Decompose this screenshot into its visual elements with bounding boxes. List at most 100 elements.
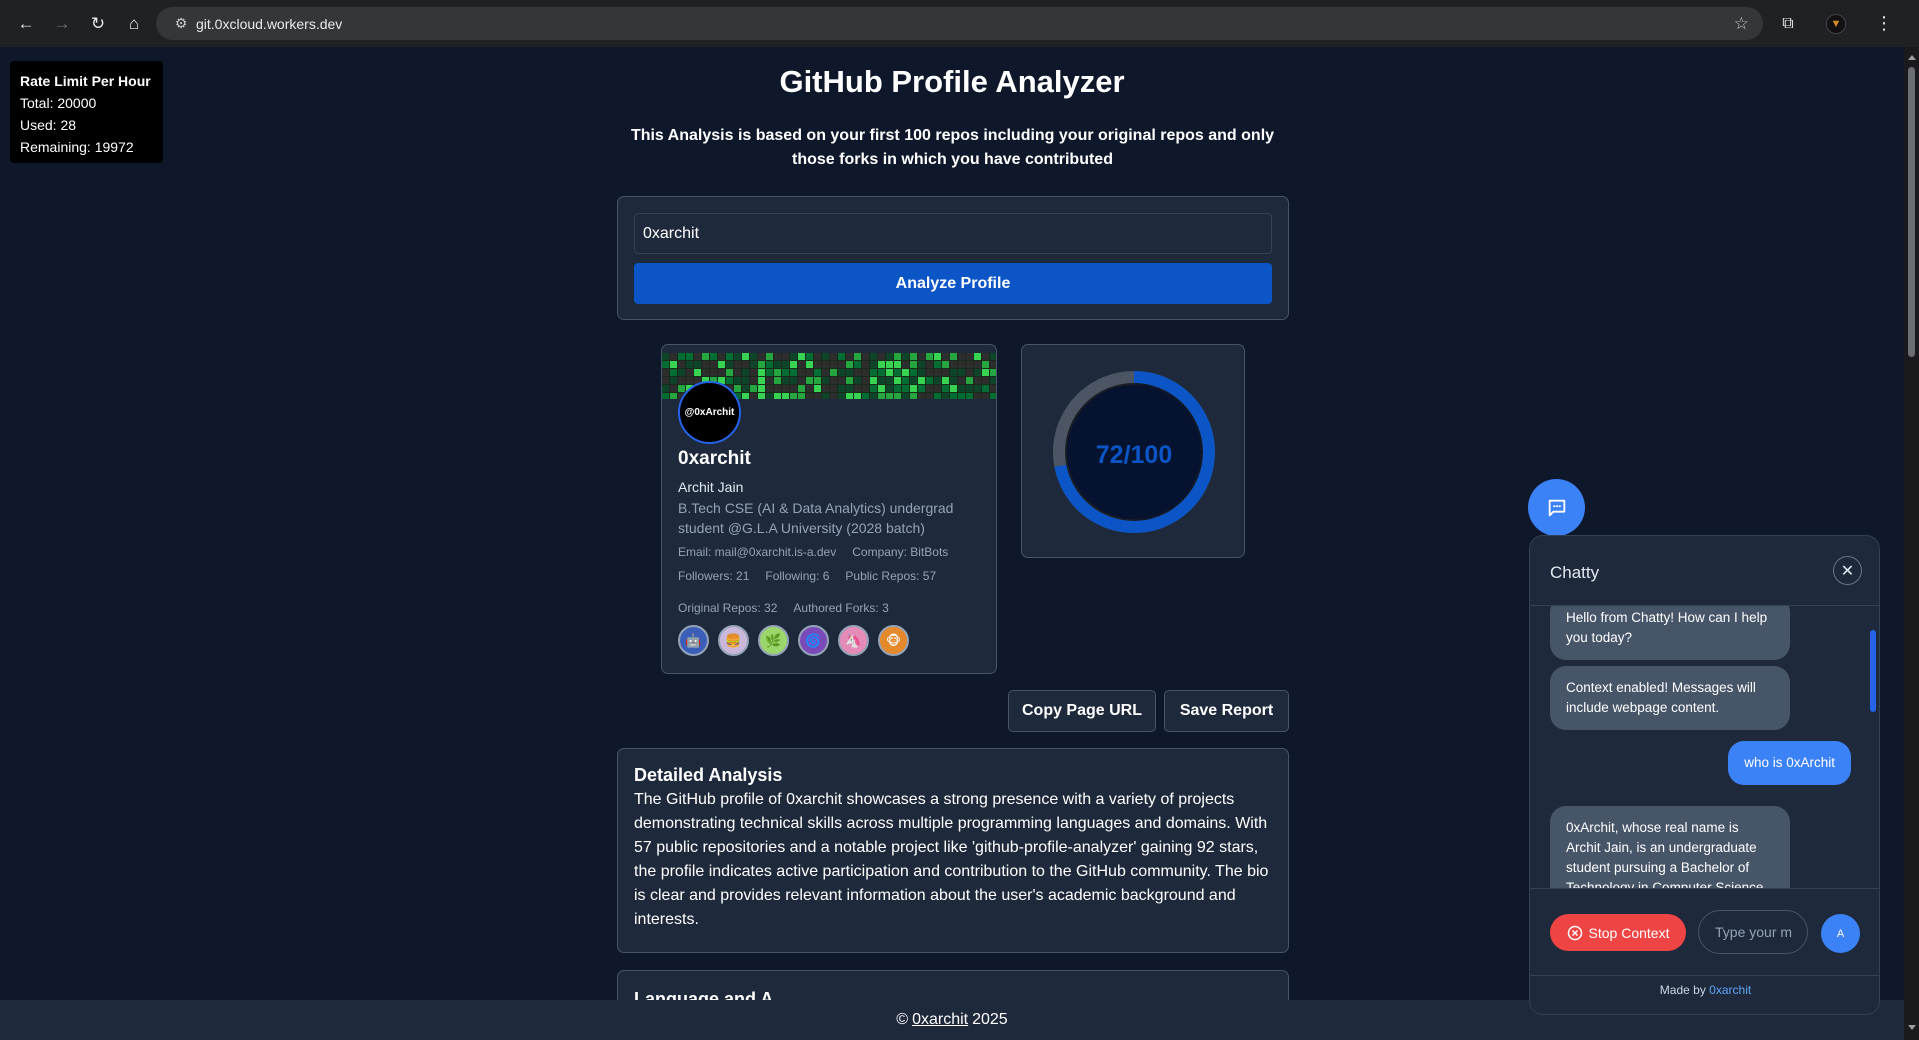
contribution-cell [766,361,773,368]
contribution-cell [894,393,901,399]
score-card: 72/100 [1021,344,1245,558]
chat-messages[interactable]: Hello from Chatty! How can I help you to… [1530,606,1879,888]
contribution-cell [830,369,837,376]
contribution-cell [686,377,693,384]
contribution-cell [894,369,901,376]
page-subtitle: This Analysis is based on your first 100… [630,127,1275,168]
contribution-cell [678,369,685,376]
copy-page-url-button[interactable]: Copy Page URL [1008,690,1156,732]
contribution-cell [798,377,805,384]
contribution-cell [662,361,669,368]
contribution-cell [814,385,821,392]
unicorn-badge-icon[interactable]: 🦄 [838,625,869,656]
robot-badge-icon[interactable]: 🤖 [678,625,709,656]
contribution-cell [678,353,685,360]
contribution-cell [734,353,741,360]
contribution-cell [950,377,957,384]
extensions-icon[interactable]: ⧉ [1773,7,1803,40]
chat-message-input[interactable] [1698,910,1808,954]
contribution-cell [662,385,669,392]
contribution-cell [926,353,933,360]
menu-kebab-icon[interactable]: ⋮ [1869,7,1899,40]
bookmark-star-icon[interactable]: ☆ [1734,14,1749,34]
back-icon[interactable]: ← [8,6,44,42]
contribution-cell [910,377,917,384]
contribution-cell [718,353,725,360]
contribution-cell [790,369,797,376]
scroll-down-arrow-icon[interactable] [1908,1025,1916,1030]
contribution-cell [822,361,829,368]
chat-credit-link[interactable]: 0xarchit [1709,983,1751,997]
contribution-cell [990,385,996,392]
contribution-cell [974,369,981,376]
contribution-cell [902,353,909,360]
contribution-cell [918,361,925,368]
chat-close-icon[interactable]: ✕ [1833,556,1862,585]
contribution-cell [886,361,893,368]
contribution-cell [870,361,877,368]
contribution-cell [974,393,981,399]
contribution-cell [990,353,996,360]
address-bar[interactable]: ⚙ git.0xcloud.workers.dev ☆ [156,7,1763,40]
send-button[interactable]: A [1821,914,1860,953]
contribution-cell [806,361,813,368]
contribution-cell [982,377,989,384]
page-scrollbar-thumb[interactable] [1908,67,1915,357]
contribution-cell [902,385,909,392]
contribution-cell [678,385,685,392]
analyze-profile-button[interactable]: Analyze Profile [634,263,1272,304]
scroll-up-arrow-icon[interactable] [1908,55,1916,60]
contribution-cell [822,377,829,384]
rate-limit-remaining: Remaining: 19972 [20,139,134,155]
contribution-cell [766,393,773,399]
footer-year: 2025 [972,1011,1008,1028]
galaxy-badge-icon[interactable]: 🌀 [798,625,829,656]
search-card: Analyze Profile [617,196,1289,320]
home-icon[interactable]: ⌂ [116,6,152,42]
save-report-button[interactable]: Save Report [1164,690,1289,732]
profile-stats-row: Followers: 21 Following: 6 Public Repos:… [678,569,936,583]
chat-message-bot: Context enabled! Messages will include w… [1550,666,1790,730]
contribution-cell [830,377,837,384]
monkey-badge-icon[interactable]: 🐵 [878,625,909,656]
chat-credit-prefix: Made by [1659,983,1706,997]
chat-input-bar: Stop Context A [1530,888,1879,976]
burger-badge-icon[interactable]: 🍔 [718,625,749,656]
chat-toggle-button[interactable] [1528,479,1585,536]
contribution-cell [782,361,789,368]
reload-icon[interactable]: ↻ [80,6,116,42]
chat-scrollbar[interactable] [1869,606,1877,888]
contribution-cell [790,377,797,384]
contribution-cell [798,369,805,376]
leaf-badge-icon[interactable]: 🌿 [758,625,789,656]
footer-author-link[interactable]: 0xarchit [912,1011,968,1029]
chat-scrollbar-thumb[interactable] [1870,630,1876,712]
contribution-cell [782,377,789,384]
page-scrollbar[interactable] [1904,47,1919,1040]
contribution-cell [814,393,821,399]
address-url[interactable]: git.0xcloud.workers.dev [196,16,342,32]
contribution-cell [950,369,957,376]
site-settings-icon[interactable]: ⚙ [166,15,196,32]
detailed-analysis-card: Detailed Analysis The GitHub profile of … [617,748,1289,953]
contribution-cell [934,393,941,399]
username-input[interactable] [634,213,1272,254]
contribution-cell [686,361,693,368]
forward-icon[interactable]: → [44,6,80,42]
contribution-cell [758,361,765,368]
contribution-cell [750,393,757,399]
contribution-cell [670,377,677,384]
contribution-cell [854,385,861,392]
contribution-cell [958,385,965,392]
stop-context-button[interactable]: Stop Context [1550,914,1686,951]
profile-shield-icon[interactable]: ▼ [1821,7,1851,40]
contribution-cell [966,385,973,392]
contribution-cell [774,369,781,376]
contribution-cell [942,353,949,360]
contribution-cell [838,361,845,368]
contribution-cell [982,369,989,376]
contribution-cell [982,393,989,399]
contribution-cell [662,369,669,376]
page-title: GitHub Profile Analyzer [779,64,1125,99]
contribution-cell [750,361,757,368]
